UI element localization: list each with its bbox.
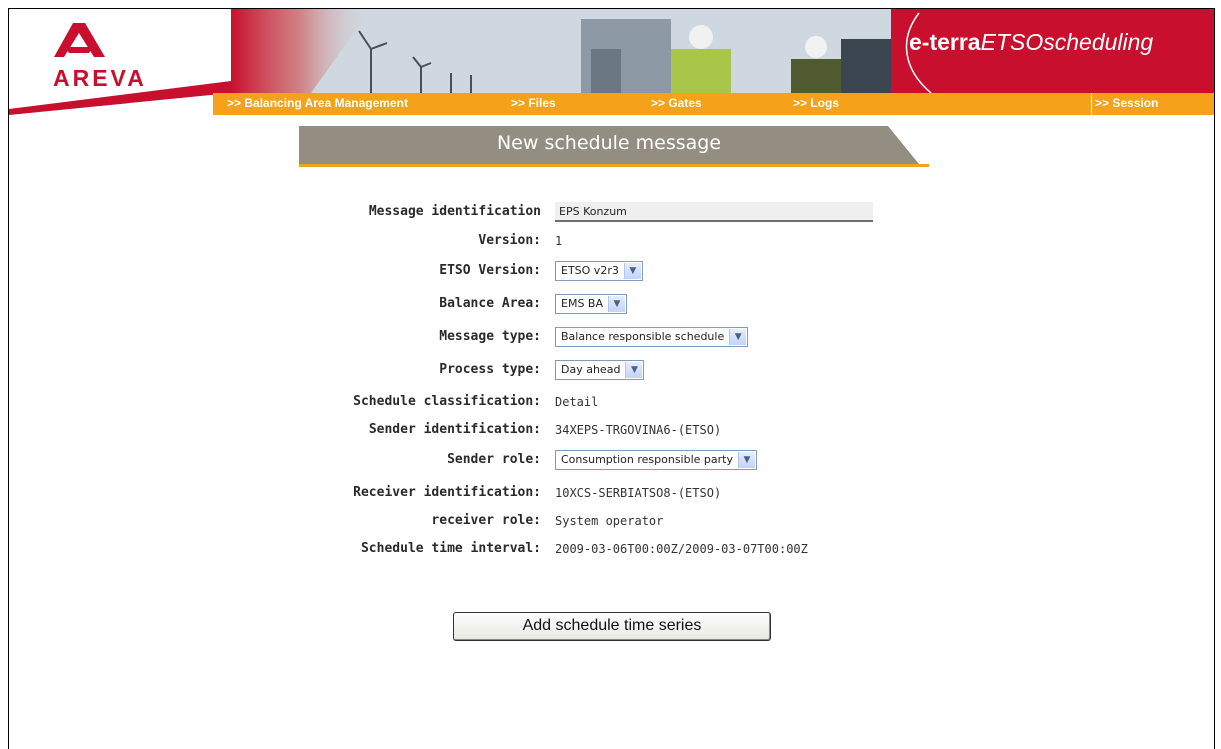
- version-value: 1: [555, 234, 563, 248]
- row-receiver-identification: Receiver identification: 10XCS-SERBIATSO…: [9, 483, 1214, 505]
- schedule-time-interval-value: 2009-03-06T00:00Z/2009-03-07T00:00Z: [555, 542, 808, 556]
- page-title: New schedule message: [496, 132, 722, 154]
- product-title: e-terraETSOscheduling: [909, 29, 1153, 56]
- chevron-down-icon[interactable]: ▼: [623, 263, 641, 279]
- balance-area-selected: EMS BA: [561, 297, 603, 310]
- sender-role-select[interactable]: Consumption responsible party ▼: [555, 450, 757, 470]
- schedule-time-interval-label: Schedule time interval:: [360, 541, 541, 556]
- message-type-label: Message type:: [439, 329, 541, 344]
- process-type-selected: Day ahead: [561, 363, 621, 376]
- sender-identification-value: 34XEPS-TRGOVINA6-(ETSO): [555, 423, 722, 437]
- areva-logo-text: AREVA: [53, 65, 147, 91]
- chevron-down-icon[interactable]: ▼: [625, 362, 643, 378]
- etso-version-label: ETSO Version:: [439, 263, 541, 278]
- app-frame: AREVA e-terraETSOscheduling >> Balancing…: [8, 8, 1215, 749]
- row-process-type: Process type: Day ahead ▼: [9, 360, 1214, 382]
- header-photo-graphic: [231, 9, 891, 93]
- row-balance-area: Balance Area: EMS BA ▼: [9, 294, 1214, 316]
- nav-divider: [1091, 93, 1092, 115]
- row-etso-version: ETSO Version: ETSO v2r3 ▼: [9, 261, 1214, 283]
- row-schedule-classification: Schedule classification: Detail: [9, 392, 1214, 414]
- message-identification-label: Message identification: [368, 204, 541, 219]
- row-schedule-time-interval: Schedule time interval: 2009-03-06T00:00…: [9, 539, 1214, 561]
- page-title-underline: [299, 164, 929, 167]
- row-sender-identification: Sender identification: 34XEPS-TRGOVINA6-…: [9, 420, 1214, 442]
- sender-role-label: Sender role:: [447, 452, 541, 467]
- process-type-select[interactable]: Day ahead ▼: [555, 360, 645, 380]
- row-message-type: Message type: Balance responsible schedu…: [9, 327, 1214, 349]
- product-brand-panel: e-terraETSOscheduling: [891, 9, 1214, 93]
- areva-logo-graphic: [9, 23, 231, 115]
- chevron-down-icon[interactable]: ▼: [608, 296, 625, 312]
- schedule-classification-value: Detail: [555, 395, 599, 409]
- header: AREVA e-terraETSOscheduling >> Balancing…: [9, 9, 1214, 115]
- receiver-role-label: receiver role:: [431, 513, 541, 528]
- product-title-bold: e-terra: [909, 29, 981, 55]
- receiver-identification-value: 10XCS-SERBIATSO8-(ETSO): [555, 486, 722, 500]
- nav-logs[interactable]: >> Logs: [793, 96, 839, 110]
- etso-version-selected: ETSO v2r3: [561, 264, 619, 277]
- balance-area-label: Balance Area:: [439, 296, 541, 311]
- nav-session[interactable]: >> Session: [1095, 96, 1158, 110]
- header-photo: [231, 9, 891, 93]
- sender-role-selected: Consumption responsible party: [561, 453, 733, 466]
- add-schedule-time-series-button[interactable]: Add schedule time series: [453, 612, 771, 641]
- sender-identification-label: Sender identification:: [368, 422, 541, 437]
- row-version: Version: 1: [9, 231, 1214, 253]
- row-receiver-role: receiver role: System operator: [9, 511, 1214, 533]
- schedule-classification-label: Schedule classification:: [353, 394, 541, 409]
- message-type-select[interactable]: Balance responsible schedule ▼: [555, 327, 749, 347]
- nav-gates[interactable]: >> Gates: [651, 96, 702, 110]
- balance-area-select[interactable]: EMS BA ▼: [555, 294, 627, 314]
- receiver-role-value: System operator: [555, 514, 664, 528]
- logo-area: AREVA: [9, 9, 231, 115]
- etso-version-select[interactable]: ETSO v2r3 ▼: [555, 261, 643, 281]
- row-sender-role: Sender role: Consumption responsible par…: [9, 450, 1214, 472]
- chevron-down-icon[interactable]: ▼: [729, 329, 747, 345]
- message-identification-input[interactable]: [555, 202, 873, 222]
- nav-files[interactable]: >> Files: [511, 96, 556, 110]
- nav-balancing-area-management[interactable]: >> Balancing Area Management: [227, 96, 408, 110]
- message-type-selected: Balance responsible schedule: [561, 330, 725, 343]
- nav-bar: >> Balancing Area Management >> Files >>…: [213, 93, 1214, 115]
- chevron-down-icon[interactable]: ▼: [737, 452, 755, 468]
- row-message-identification: Message identification: [9, 202, 1214, 224]
- process-type-label: Process type:: [439, 362, 541, 377]
- product-title-italic: ETSOscheduling: [980, 29, 1154, 55]
- receiver-identification-label: Receiver identification:: [353, 485, 541, 500]
- version-label: Version:: [478, 233, 541, 248]
